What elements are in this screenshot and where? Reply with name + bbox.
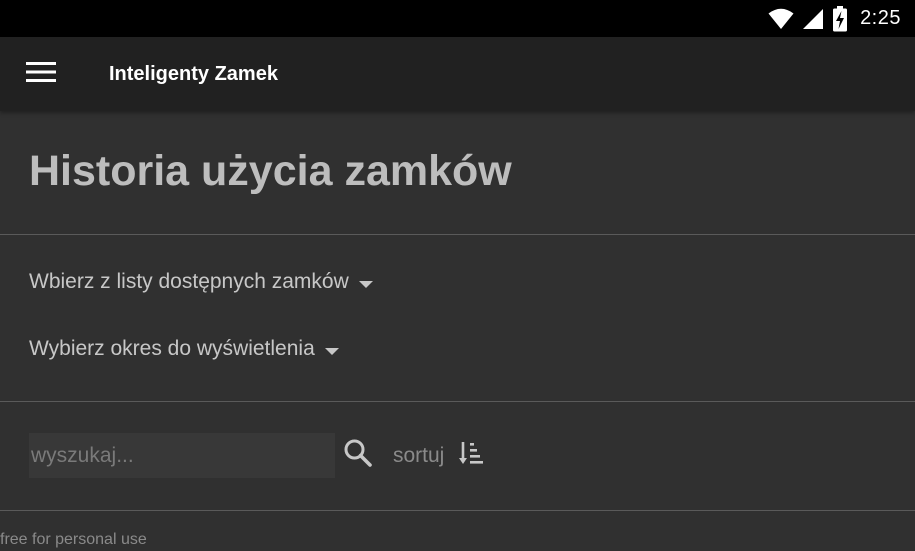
lock-select-dropdown[interactable]: Wbierz z listy dostępnych zamków bbox=[29, 265, 373, 299]
search-input[interactable] bbox=[29, 433, 335, 478]
app-title: Inteligenty Zamek bbox=[109, 63, 278, 85]
divider bbox=[0, 510, 915, 511]
sort-label[interactable]: sortuj bbox=[393, 444, 444, 468]
search-icon bbox=[343, 438, 373, 473]
hamburger-menu-icon bbox=[26, 61, 56, 88]
footer-note: free for personal use bbox=[0, 531, 147, 548]
status-bar: 2:25 bbox=[0, 0, 915, 37]
battery-charging-icon bbox=[832, 5, 848, 32]
signal-icon bbox=[802, 8, 824, 30]
chevron-down-icon bbox=[324, 347, 339, 355]
wifi-icon bbox=[768, 8, 794, 30]
period-select-label: Wybierz okres do wyświetlenia bbox=[29, 337, 315, 360]
period-select-dropdown[interactable]: Wybierz okres do wyświetlenia bbox=[29, 332, 339, 366]
search-button[interactable] bbox=[339, 433, 377, 478]
page-title: Historia użycia zamków bbox=[29, 147, 512, 195]
search-row: sortuj bbox=[29, 433, 484, 478]
sort-icon bbox=[459, 440, 484, 471]
divider bbox=[0, 234, 915, 235]
divider bbox=[0, 401, 915, 402]
lock-select-label: Wbierz z listy dostępnych zamków bbox=[29, 270, 349, 293]
menu-button[interactable] bbox=[22, 59, 60, 89]
app-bar: Inteligenty Zamek bbox=[0, 37, 915, 111]
main-content: Historia użycia zamków Wbierz z listy do… bbox=[0, 111, 915, 551]
sort-button[interactable] bbox=[458, 433, 484, 478]
status-icons: 2:25 bbox=[768, 0, 901, 37]
status-time: 2:25 bbox=[860, 7, 901, 29]
chevron-down-icon bbox=[358, 280, 373, 288]
